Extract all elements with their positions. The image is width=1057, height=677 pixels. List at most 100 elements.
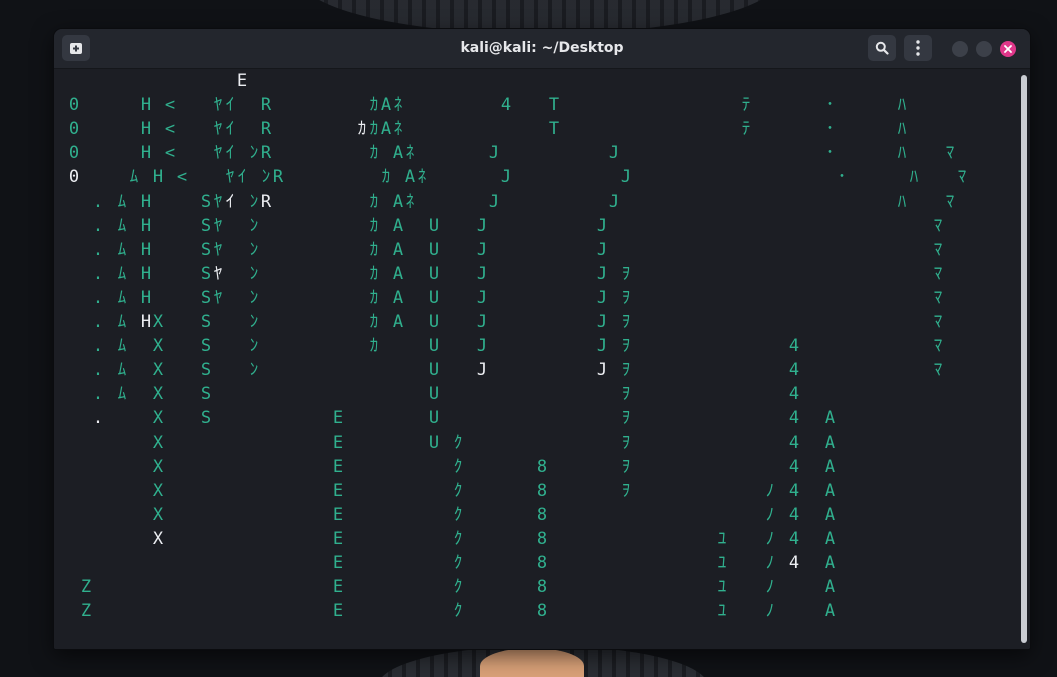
matrix-glyph: H xyxy=(140,143,152,164)
matrix-glyph: ﾑ xyxy=(117,312,127,332)
matrix-glyph: ﾏ xyxy=(945,191,955,212)
wallpaper-figure xyxy=(480,648,584,677)
matrix-glyph: E xyxy=(332,432,344,453)
matrix-glyph: ﾉ xyxy=(765,504,775,525)
matrix-glyph: ･ xyxy=(825,95,835,116)
matrix-glyph: ｶ xyxy=(369,191,379,212)
matrix-glyph: ﾑ xyxy=(117,360,127,381)
matrix-glyph: J xyxy=(476,360,488,381)
terminal-output[interactable]: E 0 H < ﾔｲ R ｶ A ﾈ 4 T ﾃ･ﾊ 0 H < ﾔｲ R ｶｶ A ﾈ T ﾃ･ﾊ 0 H < ﾔｲﾝ R ｶ A ﾈ J… xyxy=(54,69,1030,649)
matrix-glyph: J xyxy=(476,239,488,260)
matrix-glyph: A xyxy=(824,480,836,501)
matrix-glyph: E xyxy=(332,504,344,525)
matrix-glyph: J xyxy=(620,167,632,188)
matrix-glyph: ﾈ xyxy=(393,119,403,140)
matrix-glyph: ﾝ xyxy=(249,215,259,236)
matrix-glyph: 4 xyxy=(788,480,800,501)
matrix-glyph: T xyxy=(548,95,560,116)
matrix-glyph: 0 xyxy=(68,119,80,140)
terminal-window: kali@kali: ~/Desktop E 0 H < ﾔｲ R ｶ A ﾈ 4 T ﾃ･ﾊ 0 H < ﾔ… xyxy=(54,29,1030,649)
matrix-glyph: ﾕ xyxy=(717,601,727,622)
matrix-glyph: J xyxy=(608,143,620,164)
matrix-glyph: A xyxy=(824,408,836,429)
matrix-glyph: ﾈ xyxy=(405,143,415,164)
matrix-glyph: X xyxy=(152,384,164,405)
matrix-glyph: ﾝ xyxy=(249,336,259,357)
matrix-glyph: S xyxy=(200,360,212,381)
matrix-glyph: E xyxy=(332,408,344,429)
matrix-glyph: ｸ xyxy=(453,577,463,598)
matrix-glyph: ｦ xyxy=(621,360,631,381)
maximize-button[interactable] xyxy=(976,41,992,57)
matrix-glyph: ﾊ xyxy=(897,191,907,212)
matrix-glyph: T xyxy=(548,119,560,140)
matrix-glyph: 4 xyxy=(788,528,800,549)
matrix-glyph: A xyxy=(392,239,404,260)
matrix-glyph: J xyxy=(608,191,620,212)
matrix-glyph: 8 xyxy=(536,553,548,573)
matrix-glyph: X xyxy=(152,312,164,332)
matrix-glyph: ｸ xyxy=(453,480,463,501)
matrix-glyph: ･ xyxy=(837,167,847,188)
matrix-glyph: ﾑ xyxy=(129,167,139,188)
scrollbar[interactable] xyxy=(1021,75,1027,643)
matrix-glyph: 4 xyxy=(788,384,800,405)
matrix-glyph: ･ xyxy=(825,143,835,164)
matrix-glyph: R xyxy=(272,167,284,188)
matrix-glyph: J xyxy=(596,263,608,284)
matrix-glyph: ﾏ xyxy=(933,336,943,357)
matrix-glyph: ｦ xyxy=(621,336,631,357)
matrix-glyph: S xyxy=(200,384,212,405)
matrix-glyph: ｶ xyxy=(369,312,379,332)
matrix-glyph: U xyxy=(428,263,440,284)
matrix-glyph: . xyxy=(92,360,104,381)
matrix-glyph: J xyxy=(596,360,608,381)
matrix-glyph: A xyxy=(824,456,836,477)
close-button[interactable] xyxy=(1000,41,1016,57)
matrix-glyph: J xyxy=(476,312,488,332)
matrix-glyph: ｶ xyxy=(369,215,379,236)
matrix-glyph: ﾑ xyxy=(117,215,127,236)
matrix-glyph: ﾑ xyxy=(117,287,127,308)
matrix-glyph: ﾈ xyxy=(405,191,415,212)
matrix-glyph: ﾉ xyxy=(765,480,775,501)
matrix-glyph: ｸ xyxy=(453,456,463,477)
matrix-glyph: ｦ xyxy=(621,480,631,501)
matrix-glyph: J xyxy=(476,215,488,236)
matrix-glyph: A xyxy=(824,553,836,573)
matrix-glyph: H xyxy=(140,287,152,308)
matrix-glyph: J xyxy=(476,336,488,357)
minimize-button[interactable] xyxy=(952,41,968,57)
menu-button[interactable] xyxy=(904,35,932,61)
matrix-glyph: ﾈ xyxy=(393,95,403,116)
matrix-glyph: 4 xyxy=(788,408,800,429)
matrix-glyph: ｶ xyxy=(369,143,379,164)
matrix-glyph: 4 xyxy=(788,504,800,525)
matrix-glyph: S xyxy=(200,408,212,429)
matrix-glyph: . xyxy=(92,239,104,260)
matrix-glyph: ｲ xyxy=(237,167,247,188)
matrix-glyph: ﾉ xyxy=(765,553,775,573)
matrix-glyph: 8 xyxy=(536,601,548,622)
matrix-glyph: J xyxy=(596,312,608,332)
matrix-glyph: ﾉ xyxy=(765,601,775,622)
matrix-glyph: R xyxy=(260,143,272,164)
matrix-glyph: ﾏ xyxy=(933,287,943,308)
matrix-glyph: ﾃ xyxy=(741,119,751,140)
matrix-glyph: . xyxy=(92,287,104,308)
matrix-glyph: A xyxy=(392,215,404,236)
matrix-glyph: ﾝ xyxy=(249,287,259,308)
matrix-glyph: ﾔ xyxy=(213,287,223,308)
matrix-glyph: ﾏ xyxy=(945,143,955,164)
matrix-glyph: ｲ xyxy=(225,191,235,212)
matrix-glyph: R xyxy=(260,119,272,140)
matrix-glyph: ﾑ xyxy=(117,336,127,357)
matrix-glyph: ｦ xyxy=(621,263,631,284)
search-button[interactable] xyxy=(868,35,896,61)
matrix-glyph: ﾑ xyxy=(117,263,127,284)
matrix-glyph: ｦ xyxy=(621,384,631,405)
matrix-glyph: ﾏ xyxy=(933,360,943,381)
matrix-glyph: A xyxy=(824,432,836,453)
matrix-glyph: U xyxy=(428,287,440,308)
matrix-glyph: U xyxy=(428,432,440,453)
